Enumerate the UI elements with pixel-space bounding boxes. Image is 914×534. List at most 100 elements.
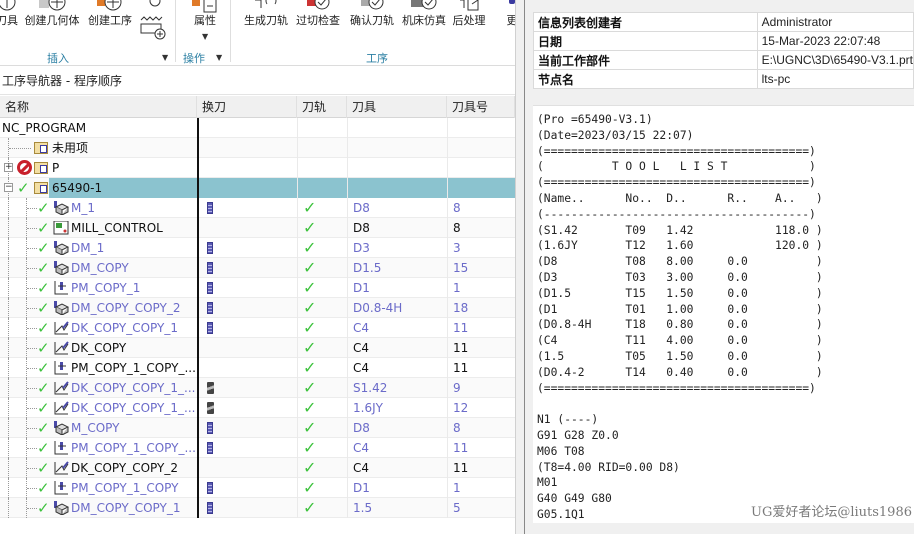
- status-check-icon: ✓: [37, 419, 50, 437]
- operation-contour-icon: [53, 341, 69, 355]
- more-button[interactable]: 更: [505, 0, 515, 46]
- table-row[interactable]: ✓ PM_COPY_1_COPY_... ✓ C4 11: [0, 358, 515, 378]
- table-row[interactable]: NC_PROGRAM: [0, 118, 515, 138]
- status-check-icon: ✓: [37, 379, 50, 397]
- table-row[interactable]: ✓ DK_COPY_COPY_2 ✓ C4 11: [0, 458, 515, 478]
- cell-tool: [347, 158, 447, 178]
- tree-line: [8, 458, 9, 478]
- status-check-icon: ✓: [37, 279, 50, 297]
- table-row[interactable]: ✓ DM_1 ✓ D3 3: [0, 238, 515, 258]
- table-row[interactable]: ✓ DM_COPY_COPY_2 ✓ D0.8-4H 18: [0, 298, 515, 318]
- verify-toolpath-button[interactable]: 确认刀轨: [348, 0, 396, 46]
- create-operation-button[interactable]: 创建工序: [86, 0, 134, 46]
- node-name: DK_COPY_COPY_1_...: [71, 381, 196, 395]
- table-row[interactable]: ✓ DM_COPY_COPY_1 ✓ 1.5 5: [0, 498, 515, 518]
- create-geometry-button[interactable]: 创建几何体: [22, 0, 82, 46]
- table-row[interactable]: ✓ DK_COPY_COPY_1_... ✓ 1.6JY 12: [0, 398, 515, 418]
- cell-name[interactable]: ✓ PM_COPY_1_COPY: [0, 478, 197, 498]
- cell-name[interactable]: ✓ PM_COPY_1_COPY_...: [0, 438, 197, 458]
- cell-tool-number: [447, 118, 515, 138]
- table-row[interactable]: ✓ PM_COPY_1_COPY ✓ D1 1: [0, 478, 515, 498]
- table-row[interactable]: + P: [0, 158, 515, 178]
- node-name: M_COPY: [71, 421, 120, 435]
- cell-tool-change: [197, 378, 297, 398]
- tree-connector: [9, 148, 31, 149]
- table-row[interactable]: − ✓ 65490-1: [0, 178, 515, 198]
- cell-name[interactable]: ✓ DM_COPY: [0, 258, 197, 278]
- cell-name[interactable]: ✓ DM_COPY_COPY_1: [0, 498, 197, 518]
- operation-cavity-icon: [53, 241, 70, 256]
- table-row[interactable]: ✓ DK_COPY ✓ C4 11: [0, 338, 515, 358]
- status-check-icon: ✓: [37, 319, 50, 337]
- table-row[interactable]: ✓ M_1 ✓ D8 8: [0, 198, 515, 218]
- column-header-tool-change[interactable]: 换刀: [197, 96, 297, 118]
- column-header-toolpath[interactable]: 刀轨: [297, 96, 347, 118]
- cell-tool-change: [197, 338, 297, 358]
- tree-connector: [27, 468, 37, 469]
- panel-splitter[interactable]: [515, 0, 525, 534]
- nc-output-text[interactable]: (Pro =65490-V3.1) (Date=2023/03/15 22:07)…: [533, 105, 914, 523]
- cell-name[interactable]: ✓ DK_COPY_COPY_2: [0, 458, 197, 478]
- mill-tool-icon: [207, 302, 213, 314]
- column-header-name[interactable]: 名称: [0, 96, 197, 118]
- nc-line: (=======================================…: [537, 176, 816, 190]
- table-row[interactable]: 未用项: [0, 138, 515, 158]
- node-name: DK_COPY_COPY_1: [71, 321, 178, 335]
- table-row[interactable]: ✓ PM_COPY_1_COPY_... ✓ C4 11: [0, 438, 515, 458]
- table-row[interactable]: ✓ M_COPY ✓ D8 8: [0, 418, 515, 438]
- post-process-button[interactable]: 后处理: [451, 0, 487, 46]
- info-value: 15-Mar-2023 22:07:48: [756, 31, 914, 51]
- cell-tool: D0.8-4H: [347, 298, 447, 318]
- properties-dropdown-icon[interactable]: ▼: [202, 32, 208, 41]
- cell-name[interactable]: 未用项: [0, 138, 197, 158]
- mill-tool-icon: [207, 442, 213, 454]
- cell-tool-change: [197, 438, 297, 458]
- cell-name[interactable]: ✓ PM_COPY_1: [0, 278, 197, 298]
- column-header-tool[interactable]: 刀具: [347, 96, 447, 118]
- cell-toolpath: ✓: [297, 458, 347, 478]
- machine-simulation-button[interactable]: 机床仿真: [400, 0, 448, 46]
- cell-toolpath: ✓: [297, 378, 347, 398]
- tree-connector: [27, 488, 37, 489]
- cell-name[interactable]: ✓ M_1: [0, 198, 197, 218]
- expand-icon[interactable]: +: [4, 163, 13, 172]
- collapse-icon[interactable]: −: [4, 183, 13, 192]
- insert-group-dropdown[interactable]: ▼: [162, 53, 168, 62]
- cell-name[interactable]: ✓ DM_1: [0, 238, 197, 258]
- cell-tool-number: 5: [447, 498, 515, 518]
- cell-name[interactable]: NC_PROGRAM: [0, 118, 197, 138]
- cell-tool: 1.6JY: [347, 398, 447, 418]
- cell-name[interactable]: ✓ MILL_CONTROL: [0, 218, 197, 238]
- cell-tool: D3: [347, 238, 447, 258]
- cell-name[interactable]: ✓ DM_COPY_COPY_2: [0, 298, 197, 318]
- table-row[interactable]: ✓ DM_COPY ✓ D1.5 15: [0, 258, 515, 278]
- cell-name[interactable]: ✓ PM_COPY_1_COPY_...: [0, 358, 197, 378]
- properties-button[interactable]: 属性 ▼: [185, 0, 225, 46]
- gouge-check-button[interactable]: 过切检查: [294, 0, 342, 46]
- operation-group-dropdown[interactable]: ▼: [216, 53, 222, 62]
- cell-name[interactable]: − ✓ 65490-1: [0, 178, 197, 198]
- table-row[interactable]: ✓ PM_COPY_1 ✓ D1 1: [0, 278, 515, 298]
- nc-line: (D0.4-2 T14 0.40 0.0 ): [537, 365, 823, 379]
- more-icon: [505, 0, 515, 14]
- table-row[interactable]: ✓ DK_COPY_COPY_1 ✓ C4 11: [0, 318, 515, 338]
- node-name: DK_COPY_COPY_1_...: [71, 401, 196, 415]
- table-row[interactable]: ✓ MILL_CONTROL ✓ D8 8: [0, 218, 515, 238]
- column-header-tool-number[interactable]: 刀具号: [447, 96, 515, 118]
- cell-name[interactable]: + P: [0, 158, 197, 178]
- create-tool-button[interactable]: 刀具: [0, 0, 18, 46]
- cell-name[interactable]: ✓ DK_COPY_COPY_1: [0, 318, 197, 338]
- cell-name[interactable]: ✓ M_COPY: [0, 418, 197, 438]
- operation-contour-icon: [53, 321, 69, 335]
- operation-cavity-icon: [53, 201, 70, 216]
- create-method-button[interactable]: [138, 0, 168, 46]
- cell-tool-number: 11: [447, 338, 515, 358]
- cell-name[interactable]: ✓ DK_COPY_COPY_1_...: [0, 378, 197, 398]
- cell-tool-change: [197, 418, 297, 438]
- cell-tool-change: [197, 118, 297, 138]
- table-row[interactable]: ✓ DK_COPY_COPY_1_... ✓ S1.42 9: [0, 378, 515, 398]
- node-name: DM_COPY: [71, 261, 129, 275]
- generate-toolpath-button[interactable]: 生成刀轨: [242, 0, 290, 46]
- cell-name[interactable]: ✓ DK_COPY: [0, 338, 197, 358]
- cell-name[interactable]: ✓ DK_COPY_COPY_1_...: [0, 398, 197, 418]
